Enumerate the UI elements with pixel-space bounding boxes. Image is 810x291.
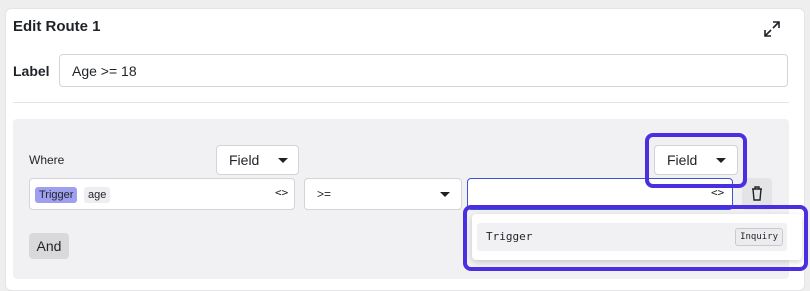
label-field-label: Label [13, 63, 50, 79]
left-operand-input[interactable]: Trigger age <> [29, 178, 295, 210]
dialog-title: Edit Route 1 [13, 18, 101, 35]
where-label: Where [29, 153, 65, 167]
code-icon[interactable]: <> [275, 186, 288, 199]
label-input[interactable] [59, 54, 788, 87]
trigger-chip[interactable]: Trigger [35, 187, 78, 203]
highlight-right-type-dropdown [645, 133, 747, 188]
left-type-label: Field [229, 152, 260, 168]
expand-icon[interactable] [763, 20, 781, 38]
and-button[interactable]: And [29, 233, 69, 259]
operator-select[interactable]: >= [304, 178, 462, 210]
operator-value: >= [317, 187, 332, 201]
left-type-dropdown[interactable]: Field [216, 145, 299, 175]
field-chip-age[interactable]: age [84, 187, 111, 203]
caret-down-icon [278, 158, 288, 163]
divider [13, 102, 789, 103]
highlight-suggestions-dropdown [463, 205, 808, 271]
caret-down-icon [440, 192, 450, 197]
